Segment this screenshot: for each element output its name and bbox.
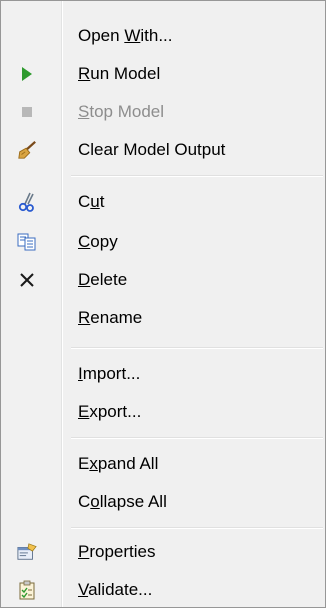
menu-item-label: Collapse All [78, 492, 167, 511]
menu-item-label: Export... [78, 402, 142, 421]
menu-item-label: Cut [78, 192, 105, 211]
validate-clipboard-icon [17, 580, 37, 600]
menu-item-import[interactable]: Import... [1, 355, 325, 393]
menu-separator [71, 527, 323, 529]
menu-item-expand-all[interactable]: Expand All [1, 445, 325, 483]
menu-item-export[interactable]: Export... [1, 393, 325, 431]
menu-item-stop-model[interactable]: Stop Model [1, 93, 325, 131]
menu-item-cut[interactable]: Cut [1, 183, 325, 221]
menu-item-clear-model-output[interactable]: Clear Model Output [1, 131, 325, 169]
menu-item-collapse-all[interactable]: Collapse All [1, 483, 325, 521]
play-icon [17, 64, 37, 84]
menu-item-label: Rename [78, 308, 143, 327]
menu-item-label: Open With... [78, 26, 173, 45]
menu-item-label: Properties [78, 542, 156, 561]
menu-item-label: Validate... [78, 580, 153, 599]
menu-separator [71, 437, 323, 439]
menu-item-label: Run Model [78, 64, 161, 83]
menu-item-run-model[interactable]: Run Model [1, 55, 325, 93]
menu-item-label: Import... [78, 364, 141, 383]
scissors-icon [17, 192, 37, 212]
context-menu: Open With... Run Model Stop Model Clear … [0, 0, 326, 608]
menu-item-label: Expand All [78, 454, 159, 473]
menu-separator [71, 347, 323, 349]
broom-icon [17, 140, 37, 160]
properties-icon [17, 542, 37, 562]
menu-item-open-with[interactable]: Open With... [1, 17, 325, 55]
menu-item-rename[interactable]: Rename [1, 299, 325, 337]
menu-item-label: Delete [78, 270, 128, 289]
menu-item-label: Clear Model Output [78, 140, 226, 159]
menu-item-label: Copy [78, 232, 118, 251]
menu-separator [71, 175, 323, 177]
menu-item-label: Stop Model [78, 102, 165, 121]
menu-item-delete[interactable]: Delete [1, 261, 325, 299]
menu-item-copy[interactable]: Copy [1, 223, 325, 261]
copy-icon [17, 232, 37, 252]
menu-item-validate[interactable]: Validate... [1, 571, 325, 609]
delete-x-icon [17, 270, 37, 290]
stop-icon [17, 102, 37, 122]
menu-item-properties[interactable]: Properties [1, 533, 325, 571]
